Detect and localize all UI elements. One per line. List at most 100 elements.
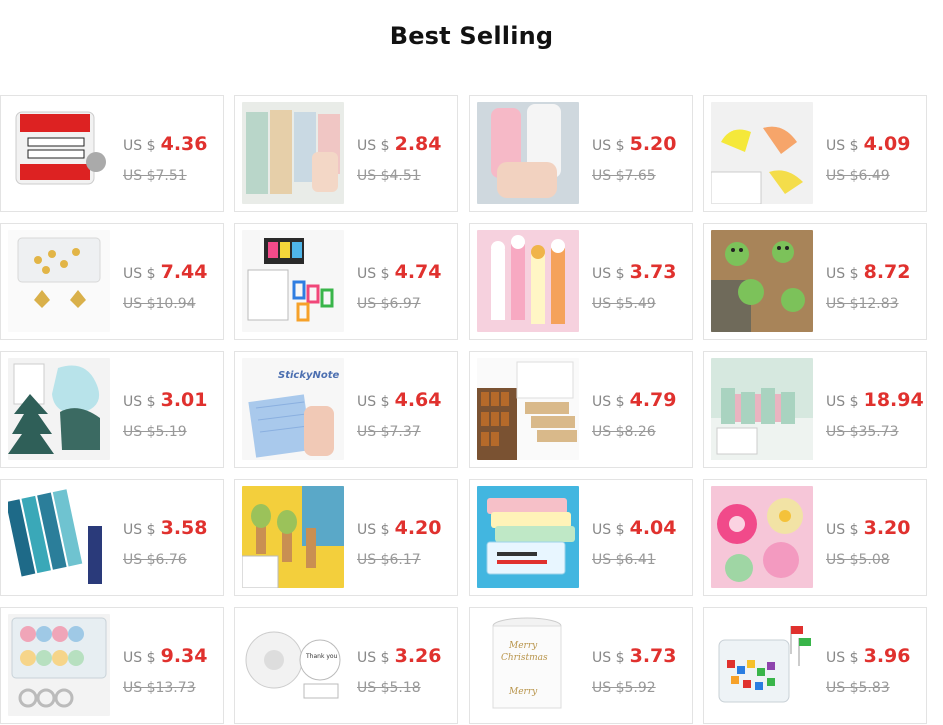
current-price: US $ 8.72 bbox=[826, 261, 911, 283]
product-card[interactable]: US $ 4.20 US $6.17 bbox=[234, 479, 458, 596]
svg-text:Thank you: Thank you bbox=[305, 653, 338, 660]
product-card[interactable]: StickyNote US $ 4.64 US $7.37 bbox=[234, 351, 458, 468]
product-card[interactable]: US $ 4.36 US $7.51 bbox=[0, 95, 224, 212]
price-value: 2.84 bbox=[394, 133, 442, 155]
price-value: 4.36 bbox=[160, 133, 208, 155]
product-card[interactable]: US $ 4.74 US $6.97 bbox=[234, 223, 458, 340]
product-card[interactable]: US $ 3.73 US $5.49 bbox=[469, 223, 693, 340]
original-price: US $35.73 bbox=[826, 424, 899, 440]
current-price: US $ 3.26 bbox=[357, 645, 442, 667]
ruler-icon[interactable] bbox=[477, 230, 579, 332]
product-card[interactable]: Thank you US $ 3.26 US $5.18 bbox=[234, 607, 458, 724]
current-price: US $ 4.20 bbox=[357, 517, 442, 539]
product-card[interactable]: US $ 3.01 US $5.19 bbox=[0, 351, 224, 468]
price-value: 4.64 bbox=[394, 389, 442, 411]
pencil-box-icon[interactable] bbox=[477, 486, 579, 588]
binder-clip-icon[interactable] bbox=[242, 230, 344, 332]
bookmark-icon[interactable] bbox=[8, 486, 110, 588]
current-price: US $ 2.84 bbox=[357, 133, 442, 155]
original-price: US $10.94 bbox=[123, 296, 196, 312]
product-card[interactable]: US $ 18.94 US $35.73 bbox=[703, 351, 927, 468]
push-pin-icon[interactable] bbox=[8, 230, 110, 332]
section-title: Best Selling bbox=[389, 22, 554, 50]
price-value: 4.04 bbox=[629, 517, 677, 539]
price-value: 4.79 bbox=[629, 389, 677, 411]
current-price: US $ 4.74 bbox=[357, 261, 442, 283]
current-price: US $ 3.96 bbox=[826, 645, 911, 667]
price-value: 3.73 bbox=[629, 261, 677, 283]
bookend-icon[interactable] bbox=[711, 358, 813, 460]
price-value: 9.34 bbox=[160, 645, 208, 667]
original-price: US $7.65 bbox=[592, 168, 656, 184]
product-card[interactable]: US $ 7.44 US $10.94 bbox=[0, 223, 224, 340]
price-value: 4.20 bbox=[394, 517, 442, 539]
current-price: US $ 5.20 bbox=[592, 133, 677, 155]
svg-text:Merry: Merry bbox=[508, 687, 538, 697]
svg-text:Christmas: Christmas bbox=[501, 653, 548, 663]
current-price: US $ 18.94 bbox=[826, 389, 924, 411]
wood-clip-icon[interactable] bbox=[242, 486, 344, 588]
price-value: 3.20 bbox=[863, 517, 911, 539]
product-card[interactable]: US $ 5.20 US $7.65 bbox=[469, 95, 693, 212]
original-price: US $7.51 bbox=[123, 168, 187, 184]
svg-text:Merry: Merry bbox=[508, 641, 538, 651]
price-value: 3.01 bbox=[160, 389, 208, 411]
product-card[interactable]: US $ 4.79 US $8.26 bbox=[469, 351, 693, 468]
price-value: 8.72 bbox=[863, 261, 911, 283]
original-price: US $8.26 bbox=[592, 424, 656, 440]
current-price: US $ 4.04 bbox=[592, 517, 677, 539]
original-price: US $13.73 bbox=[123, 680, 196, 696]
svg-text:StickyNote: StickyNote bbox=[278, 370, 340, 381]
frog-icon[interactable] bbox=[711, 230, 813, 332]
original-price: US $5.18 bbox=[357, 680, 421, 696]
label-roll-icon[interactable] bbox=[8, 102, 110, 204]
original-price: US $6.41 bbox=[592, 552, 656, 568]
price-value: 3.73 bbox=[629, 645, 677, 667]
price-value: 5.20 bbox=[629, 133, 677, 155]
original-price: US $4.51 bbox=[357, 168, 421, 184]
product-card[interactable]: US $ 3.58 US $6.76 bbox=[0, 479, 224, 596]
current-price: US $ 4.79 bbox=[592, 389, 677, 411]
round-label-icon[interactable]: Thank you bbox=[242, 614, 344, 716]
original-price: US $5.08 bbox=[826, 552, 890, 568]
current-price: US $ 3.20 bbox=[826, 517, 911, 539]
price-value: 4.74 bbox=[394, 261, 442, 283]
tape-box-icon[interactable] bbox=[8, 614, 110, 716]
flower-icon[interactable] bbox=[711, 486, 813, 588]
current-price: US $ 7.44 bbox=[123, 261, 208, 283]
product-card[interactable]: US $ 2.84 US $4.51 bbox=[234, 95, 458, 212]
notebook-icon[interactable] bbox=[477, 102, 579, 204]
product-card[interactable]: US $ 3.96 US $5.83 bbox=[703, 607, 927, 724]
original-price: US $6.49 bbox=[826, 168, 890, 184]
note-pad-icon[interactable]: StickyNote bbox=[242, 358, 344, 460]
original-price: US $6.76 bbox=[123, 552, 187, 568]
note-tabs-icon[interactable] bbox=[242, 102, 344, 204]
current-price: US $ 3.73 bbox=[592, 645, 677, 667]
current-price: US $ 3.58 bbox=[123, 517, 208, 539]
original-price: US $12.83 bbox=[826, 296, 899, 312]
product-card[interactable]: US $ 9.34 US $13.73 bbox=[0, 607, 224, 724]
current-price: US $ 9.34 bbox=[123, 645, 208, 667]
price-value: 3.58 bbox=[160, 517, 208, 539]
price-value: 4.09 bbox=[863, 133, 911, 155]
original-price: US $5.49 bbox=[592, 296, 656, 312]
original-price: US $5.19 bbox=[123, 424, 187, 440]
price-value: 3.26 bbox=[394, 645, 442, 667]
jar-label-icon[interactable] bbox=[477, 358, 579, 460]
product-card[interactable]: US $ 8.72 US $12.83 bbox=[703, 223, 927, 340]
product-card[interactable]: US $ 4.09 US $6.49 bbox=[703, 95, 927, 212]
original-price: US $7.37 bbox=[357, 424, 421, 440]
product-card[interactable]: Merry Christmas Merry US $ 3.73 US $5.92 bbox=[469, 607, 693, 724]
original-price: US $5.92 bbox=[592, 680, 656, 696]
product-card[interactable]: US $ 4.04 US $6.41 bbox=[469, 479, 693, 596]
clip-icon[interactable] bbox=[711, 102, 813, 204]
original-price: US $5.83 bbox=[826, 680, 890, 696]
price-value: 18.94 bbox=[863, 389, 924, 411]
flag-pin-icon[interactable] bbox=[711, 614, 813, 716]
gift-label-icon[interactable]: Merry Christmas Merry bbox=[477, 614, 579, 716]
original-price: US $6.17 bbox=[357, 552, 421, 568]
current-price: US $ 4.36 bbox=[123, 133, 208, 155]
tree-note-icon[interactable] bbox=[8, 358, 110, 460]
product-card[interactable]: US $ 3.20 US $5.08 bbox=[703, 479, 927, 596]
current-price: US $ 4.64 bbox=[357, 389, 442, 411]
